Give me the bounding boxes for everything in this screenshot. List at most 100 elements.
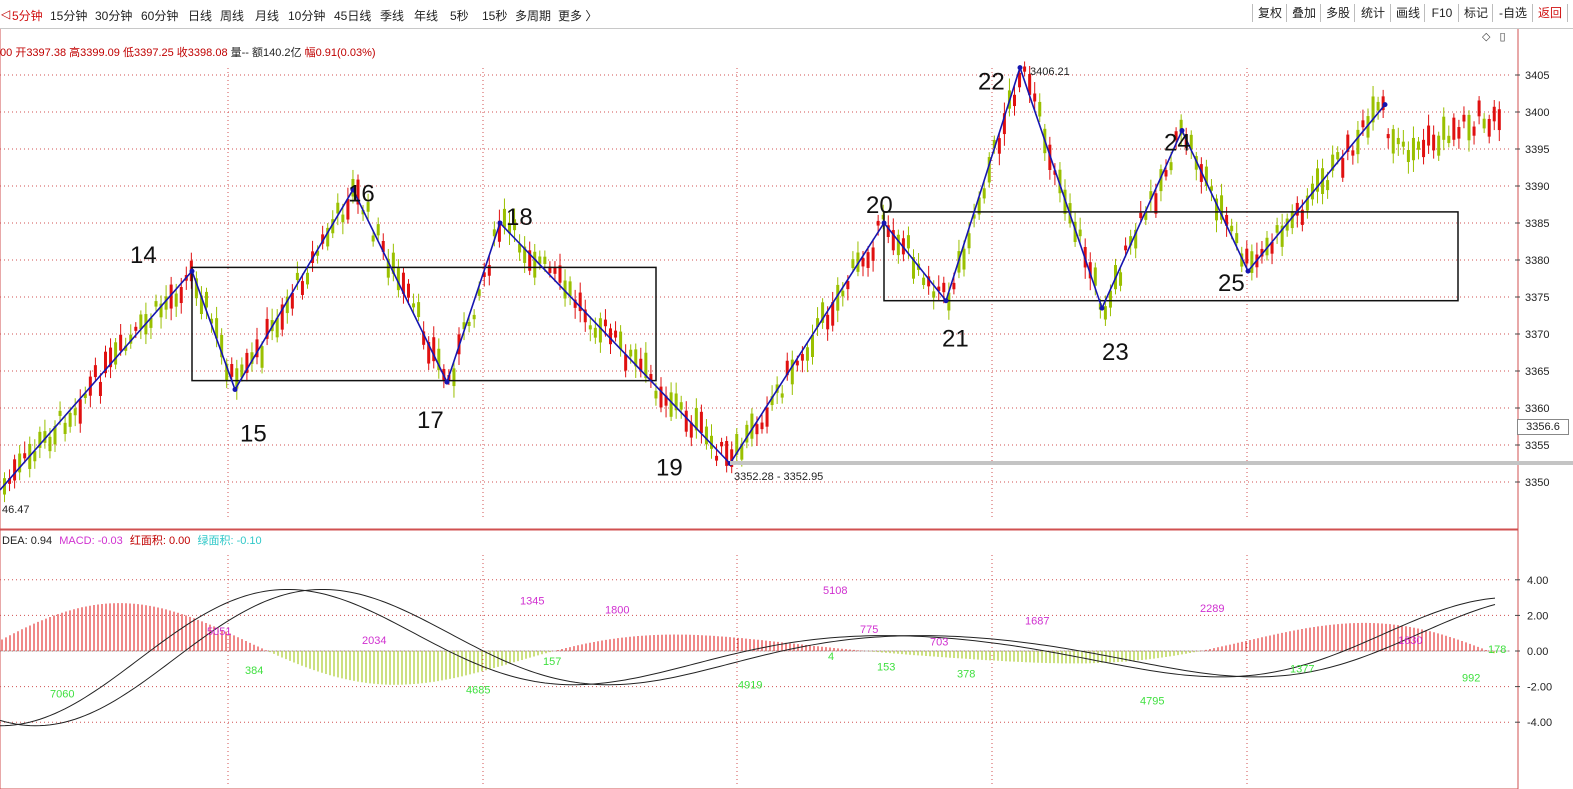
mark-button[interactable]: 标记	[1458, 4, 1493, 22]
wave-label: 17	[417, 407, 444, 434]
candle-body	[93, 365, 97, 378]
close-value: 3398.08	[187, 47, 228, 59]
macd-bar-label: 4919	[738, 679, 762, 691]
wave-node	[444, 379, 450, 385]
ohlc-info-bar: 00 开3397.38 高3399.09 低3397.25 收3398.08 量…	[0, 44, 376, 60]
tab-5sec[interactable]: 5秒	[450, 7, 469, 24]
candle-body	[1487, 118, 1491, 137]
candle-body	[780, 393, 784, 398]
adjust-button[interactable]: 复权	[1252, 4, 1287, 22]
watchlist-button[interactable]: -自选	[1492, 4, 1533, 22]
green-area-value: -0.10	[236, 535, 262, 547]
tab-quarterly[interactable]: 季线	[380, 7, 404, 24]
stats-button[interactable]: 统计	[1354, 4, 1391, 22]
price-tick-label: 3360	[1525, 403, 1549, 415]
tab-multi-period[interactable]: 多周期	[515, 7, 551, 24]
candle-body	[1467, 114, 1471, 141]
candle-body	[336, 202, 340, 214]
candle-body	[1376, 101, 1380, 111]
wave-label: 18	[506, 204, 533, 231]
macd-bar-label: 157	[543, 656, 561, 668]
tab-15sec[interactable]: 15秒	[482, 7, 507, 24]
candle-body	[1326, 180, 1330, 191]
tab-5min[interactable]: 5分钟	[12, 7, 43, 24]
candle-body	[1401, 141, 1405, 147]
tab-more[interactable]: 更多 〉	[558, 7, 597, 24]
overlay-button[interactable]: 叠加	[1286, 4, 1321, 22]
tab-60min[interactable]: 60分钟	[141, 7, 178, 24]
candle-body	[179, 287, 183, 304]
wave-label: 21	[942, 326, 969, 353]
tab-daily[interactable]: 日线	[188, 7, 212, 24]
price-tick-label: 3350	[1525, 477, 1549, 489]
candle-body	[1033, 93, 1037, 102]
red-area-value: 0.00	[168, 535, 191, 547]
low-annotation: 3352.28 - 3352.95	[734, 471, 823, 483]
main-panel-border	[0, 27, 1519, 530]
candle-body	[1356, 129, 1360, 155]
candle-body	[851, 259, 855, 269]
panel-controls: ◇ ▯	[1482, 30, 1506, 43]
candle-body	[300, 281, 304, 295]
candle-body	[684, 410, 688, 432]
candle-body	[1361, 120, 1365, 128]
wave-node	[881, 220, 887, 226]
candle-body	[553, 267, 557, 274]
toolbar-back-icon[interactable]: ◁	[1, 7, 10, 21]
candle-body	[906, 235, 910, 249]
candle-body	[1417, 141, 1420, 150]
multi-stock-button[interactable]: 多股	[1320, 4, 1355, 22]
wave-node	[497, 220, 503, 226]
wave-label: 14	[130, 242, 157, 269]
draw-line-button[interactable]: 画线	[1390, 4, 1425, 22]
wave-node	[943, 298, 949, 304]
price-tick-label: 3385	[1525, 218, 1549, 230]
candle-body	[396, 267, 400, 291]
close-label: 收	[176, 47, 188, 59]
candle-body	[896, 234, 900, 256]
wave-label: 16	[348, 181, 375, 208]
tab-weekly[interactable]: 周线	[220, 7, 244, 24]
macd-tick-label: -4.00	[1527, 717, 1552, 729]
tab-15min[interactable]: 15分钟	[50, 7, 87, 24]
macd-bar-label: 992	[1462, 672, 1480, 684]
candle-body	[467, 321, 471, 327]
info-prefix: 00	[0, 47, 13, 59]
candle-body	[63, 422, 67, 434]
tab-yearly[interactable]: 年线	[414, 7, 438, 24]
f10-button[interactable]: F10	[1424, 4, 1459, 22]
candle-body	[412, 303, 416, 308]
low-value: 3397.25	[133, 47, 174, 59]
return-button[interactable]: 返回	[1532, 4, 1568, 22]
macd-bar-label: 1687	[1025, 615, 1049, 627]
candle-body	[78, 399, 82, 424]
candle-body	[73, 408, 77, 416]
window-icon[interactable]: ▯	[1500, 31, 1506, 43]
candle-body	[376, 224, 380, 236]
macd-tick-label: -2.00	[1527, 682, 1552, 694]
candle-body	[942, 282, 946, 293]
tab-30min[interactable]: 30分钟	[95, 7, 132, 24]
macd-bar-label: 2289	[1200, 603, 1224, 615]
candle-body	[1452, 117, 1456, 140]
range-label: 幅	[304, 47, 316, 59]
candle-body	[841, 290, 845, 297]
price-tick-label: 3355	[1525, 440, 1549, 452]
macd-info-bar: DEA: 0.94 MACD: -0.03 红面积: 0.00 绿面积: -0.…	[2, 532, 262, 548]
candle-body	[1078, 229, 1082, 237]
candle-body	[119, 334, 123, 351]
tab-45day[interactable]: 45日线	[334, 7, 371, 24]
tab-10min[interactable]: 10分钟	[288, 7, 325, 24]
diamond-icon[interactable]: ◇	[1482, 31, 1490, 43]
candle-body	[1432, 134, 1436, 151]
candle-body	[1164, 170, 1168, 177]
macd-label: MACD:	[59, 535, 98, 547]
candle-body	[1023, 66, 1027, 72]
tab-monthly[interactable]: 月线	[255, 7, 279, 24]
candle-body	[371, 235, 375, 242]
candle-body	[765, 407, 769, 427]
current-price-label: 3356.6	[1517, 419, 1569, 435]
candle-body	[23, 453, 27, 459]
candle-body	[1235, 233, 1239, 244]
price-tick-label: 3375	[1525, 292, 1549, 304]
